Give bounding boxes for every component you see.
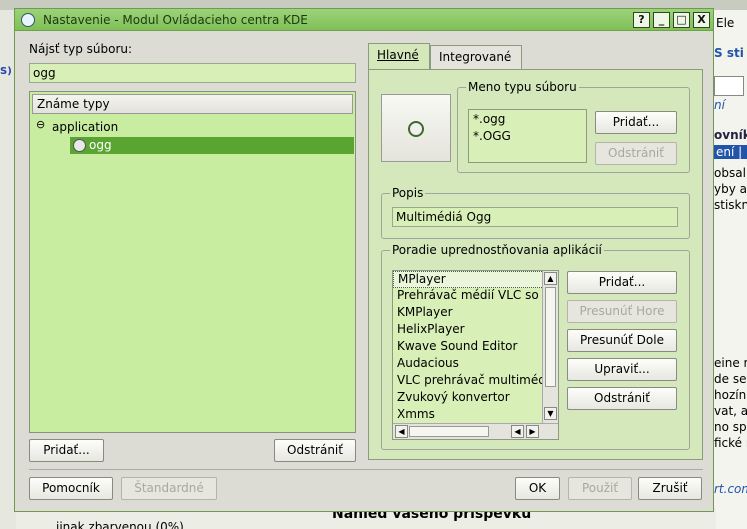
tree-item-label: ogg <box>89 138 112 152</box>
horizontal-scrollbar[interactable]: ◀ ◀ ▶ <box>393 423 558 439</box>
remove-app-button[interactable]: Odstrániť <box>567 387 677 410</box>
minimize-button[interactable]: _ <box>653 12 670 28</box>
apply-button[interactable]: Použiť <box>568 477 632 500</box>
cancel-button[interactable]: Zrušiť <box>638 477 702 500</box>
bg-text: yby a <box>714 182 747 196</box>
bg-left-text: S) <box>0 66 12 77</box>
bg-text: de se <box>714 372 747 386</box>
vertical-scrollbar[interactable]: ▲ ▼ <box>542 271 558 423</box>
background-browser-right: S sti Ele ní ovník ení | F obsal yby a s… <box>712 10 747 529</box>
defaults-button[interactable]: Štandardné <box>121 477 217 500</box>
scroll-right-icon[interactable]: ▶ <box>526 425 539 438</box>
footer-separator <box>29 469 703 470</box>
app-item[interactable]: Kwave Sound Editor <box>393 339 558 356</box>
bg-text: ovník <box>714 128 747 142</box>
window-title: Nastavenie - Modul Ovládacieho centra KD… <box>43 13 308 27</box>
find-type-label: Nájsť typ súboru: <box>29 42 133 56</box>
add-pattern-button[interactable]: Pridať... <box>595 111 677 134</box>
app-item[interactable]: Prehrávač médií VLC so s <box>393 288 558 305</box>
bg-text: hozín <box>714 388 747 402</box>
scroll-thumb[interactable] <box>545 287 556 387</box>
bg-text: ení | F <box>714 145 747 159</box>
scroll-down-icon[interactable]: ▼ <box>544 407 557 420</box>
known-types-list[interactable]: Známe typy ⊖ application ogg <box>29 91 356 433</box>
tab-embedded[interactable]: Integrované <box>430 45 522 69</box>
mime-group-title: Meno typu súboru <box>466 80 579 94</box>
app-item[interactable]: Audacious <box>393 356 558 373</box>
ok-button[interactable]: OK <box>515 477 560 500</box>
app-item[interactable]: HelixPlayer <box>393 322 558 339</box>
pattern-item[interactable]: *.ogg <box>469 112 586 129</box>
settings-dialog: Nastavenie - Modul Ovládacieho centra KD… <box>14 8 714 512</box>
close-button[interactable]: X <box>693 12 710 28</box>
hscroll-thumb[interactable] <box>409 426 489 437</box>
bg-text: obsal <box>714 166 746 180</box>
bg-input <box>714 76 744 96</box>
kde-info-icon <box>21 13 35 27</box>
description-group: Popis Multimédiá Ogg <box>381 186 690 239</box>
list-header[interactable]: Známe typy <box>32 94 353 114</box>
pattern-list[interactable]: *.ogg *.OGG <box>468 109 587 163</box>
bg-text: vat, a <box>714 404 747 418</box>
move-down-button[interactable]: Presunúť Dole <box>567 329 677 352</box>
app-preference-group: Poradie uprednostňovania aplikácií MPlay… <box>381 243 690 450</box>
move-up-button[interactable]: Presunúť Hore <box>567 300 677 323</box>
bg-text: ní <box>714 98 725 112</box>
tree-item-ogg[interactable]: ogg <box>70 137 354 154</box>
mime-name-group: Meno typu súboru *.ogg *.OGG Pridať... O… <box>457 80 690 173</box>
app-item[interactable]: Zvukový konvertor <box>393 390 558 407</box>
app-preference-title: Poradie uprednostňovania aplikácií <box>390 243 604 257</box>
bg-text: Ele <box>716 16 735 30</box>
maximize-button[interactable]: □ <box>673 12 690 28</box>
edit-app-button[interactable]: Upraviť... <box>567 358 677 381</box>
pattern-item[interactable]: *.OGG <box>469 129 586 146</box>
bg-text: stiskn <box>714 198 747 212</box>
help-button[interactable]: ? <box>633 12 650 28</box>
bg-radio-label: iinak zbarvenou (0%) <box>56 520 184 529</box>
search-input[interactable]: ogg <box>29 63 356 83</box>
title-bar[interactable]: Nastavenie - Modul Ovládacieho centra KD… <box>15 9 713 31</box>
description-title: Popis <box>390 186 426 200</box>
remove-type-button[interactable]: Odstrániť <box>274 439 356 462</box>
bg-text: no sp <box>714 420 747 434</box>
collapse-icon[interactable]: ⊖ <box>36 118 45 131</box>
description-input[interactable]: Multimédiá Ogg <box>392 207 678 227</box>
bg-text: S sti <box>714 46 744 60</box>
remove-pattern-button[interactable]: Odstrániť <box>595 142 677 165</box>
app-item[interactable]: VLC prehrávač multimédi <box>393 373 558 390</box>
bg-text: eine r <box>714 356 747 370</box>
tab-main[interactable]: Hlavné <box>368 43 430 70</box>
help-dialog-button[interactable]: Pomocník <box>29 477 113 500</box>
app-item[interactable]: MPlayer <box>393 271 558 288</box>
bg-text: rt.com <box>714 482 747 496</box>
app-item[interactable]: Xmms <box>393 407 558 424</box>
tab-panel-main: Meno typu súboru *.ogg *.OGG Pridať... O… <box>368 69 703 460</box>
application-list[interactable]: MPlayer Prehrávač médií VLC so s KMPlaye… <box>392 270 559 440</box>
ogg-icon <box>408 121 424 137</box>
scroll-left-icon[interactable]: ◀ <box>395 425 408 438</box>
ogg-file-icon <box>73 139 86 152</box>
bg-text: fické r <box>714 436 747 450</box>
app-item[interactable]: KMPlayer <box>393 305 558 322</box>
tree-group-application[interactable]: application <box>52 120 118 134</box>
add-app-button[interactable]: Pridať... <box>567 271 677 294</box>
add-type-button[interactable]: Pridať... <box>29 439 104 462</box>
scroll-left-icon[interactable]: ◀ <box>511 425 524 438</box>
type-icon-button[interactable] <box>381 94 451 162</box>
scroll-up-icon[interactable]: ▲ <box>544 272 557 285</box>
